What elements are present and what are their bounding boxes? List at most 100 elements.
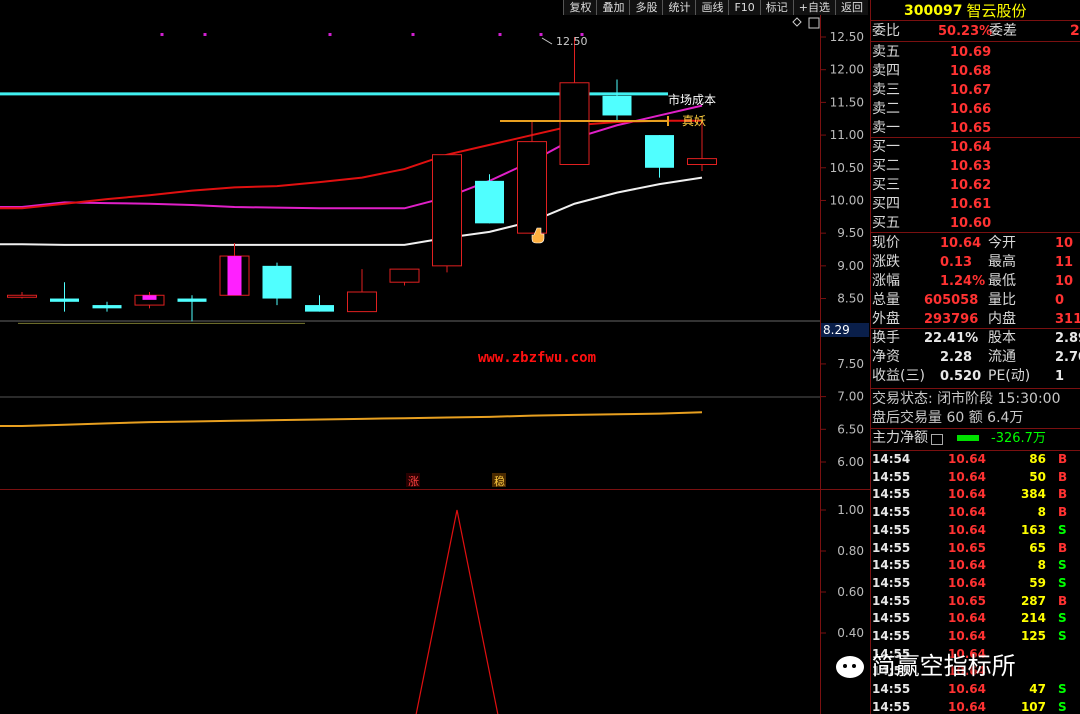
- quote-label: 外盘: [872, 311, 900, 327]
- toolbar-f10-button[interactable]: F10: [728, 0, 760, 15]
- trade-price: 10.64: [948, 487, 986, 502]
- trade-volume: 287: [1020, 593, 1046, 608]
- trade-row: 14:55 10.64 384 B: [872, 486, 1080, 504]
- ask-label: 卖二: [872, 101, 900, 117]
- trade-side: S: [1058, 611, 1067, 626]
- bid-label: 买四: [872, 196, 900, 212]
- candle-body: [517, 141, 547, 234]
- trade-time: 14:55: [872, 682, 911, 697]
- trade-side: S: [1058, 699, 1067, 714]
- trade-row: 14:55 10.65 287 B: [872, 593, 1080, 611]
- quote-row: 涨幅 1.24% 最低 10: [872, 272, 1080, 291]
- sub-y-tick-label: 1.00: [837, 503, 864, 517]
- trade-side: S: [1058, 629, 1067, 643]
- toolbar-multi-stock-button[interactable]: 多股: [629, 0, 663, 15]
- ask-label: 卖三: [872, 82, 900, 98]
- trade-time: 14:54: [872, 452, 911, 466]
- y-tick-label: 8.50: [837, 292, 864, 306]
- quote-value: 0.520: [940, 369, 982, 384]
- wen-marker: 稳: [494, 474, 505, 488]
- trade-row: 14:55 10.64 107 S: [872, 699, 1080, 714]
- trade-row: 14:55 10.64 8 S: [872, 557, 1080, 575]
- top-marker-dot: [411, 33, 415, 36]
- quote-label: 现价: [872, 235, 900, 251]
- ask-row: 卖三 10.67: [872, 81, 991, 100]
- trade-time: 14:55: [872, 540, 911, 555]
- quote-row: 现价 10.64 今开 10: [872, 234, 1080, 253]
- quote-label: 收益(三): [872, 368, 925, 384]
- weicha-value: 23: [1070, 23, 1080, 39]
- trade-row: 14:54 10.64 86 B: [872, 451, 1080, 469]
- candle-body: [475, 180, 504, 224]
- bid-row: 买三 10.62: [872, 176, 991, 195]
- toolbar-add-watchlist-button[interactable]: +自选: [792, 0, 835, 15]
- quote-label-2: 今开: [988, 235, 1016, 251]
- toolbar-stats-button[interactable]: 统计: [662, 0, 696, 15]
- trade-volume: 86: [1029, 452, 1046, 466]
- stock-name: 智云股份: [966, 2, 1027, 20]
- top-marker-dot: [328, 33, 332, 36]
- bid-row: 买二 10.63: [872, 157, 991, 176]
- toolbar-fuquan-button[interactable]: 复权: [563, 0, 597, 15]
- quote-label: 涨跌: [872, 254, 900, 270]
- website-watermark: www.zbzfwu.com: [478, 350, 596, 366]
- trade-row: 14:55 10.64 214 S: [872, 610, 1080, 628]
- toolbar-overlay-button[interactable]: 叠加: [596, 0, 630, 15]
- quote-value: 293796: [924, 312, 979, 327]
- trade-price: 10.65: [948, 593, 986, 608]
- quote-row: 换手 22.41% 股本 2.89: [872, 329, 1080, 348]
- trade-time: 14:55: [872, 469, 911, 484]
- top-marker-dot: [539, 33, 543, 36]
- stock-code: 300097: [904, 3, 963, 19]
- trade-volume: 384: [1020, 487, 1046, 502]
- toolbar-draw-line-button[interactable]: 画线: [695, 0, 729, 15]
- trade-row: 14:55 10.64 125 S: [872, 628, 1080, 646]
- quote-label-2: 股本: [988, 330, 1016, 346]
- zhang-marker: 涨: [408, 475, 419, 488]
- trade-volume: 50: [1029, 469, 1046, 484]
- trade-price: 10.64: [948, 505, 986, 520]
- trade-row: 14:55 10.64 47 S: [872, 681, 1080, 699]
- candle-body: [432, 154, 462, 267]
- quote-value: 22.41%: [924, 331, 979, 346]
- candle-body: [50, 298, 79, 302]
- quote-value-2: 1: [1055, 369, 1065, 384]
- ask-row: 卖二 10.66: [872, 100, 991, 119]
- trade-price: 10.64: [948, 682, 986, 697]
- quote-label: 净资: [872, 349, 900, 365]
- zhenyao-label: 真妖: [682, 114, 706, 128]
- trade-price: 10.64: [948, 522, 986, 537]
- trade-price: 10.64: [948, 469, 986, 484]
- toolbar-back-button[interactable]: 返回: [835, 0, 868, 15]
- trade-side: B: [1058, 487, 1068, 502]
- sub-y-tick-label: 0.60: [837, 585, 864, 599]
- quote-value-2: 3112: [1055, 312, 1080, 327]
- trade-volume: 8: [1037, 505, 1046, 520]
- quote-label-2: 流通: [988, 349, 1016, 365]
- bid-row: 买一 10.64: [872, 138, 991, 157]
- y-tick-label: 6.00: [837, 455, 864, 469]
- bid-label: 买一: [872, 139, 900, 155]
- sub-y-tick-label: 0.40: [837, 626, 864, 640]
- quote-label-2: 最低: [988, 273, 1016, 289]
- bid-row: 买四 10.61: [872, 195, 991, 214]
- toolbar-mark-button[interactable]: 标记: [759, 0, 793, 15]
- main-net-label: 主力净额: [872, 430, 928, 446]
- ask-row: 卖一 10.65: [872, 119, 991, 138]
- bid-price: 10.61: [950, 197, 992, 212]
- main-net-icon[interactable]: [931, 434, 943, 445]
- quote-value-2: 10: [1055, 236, 1074, 251]
- trade-time: 14:55: [872, 575, 911, 590]
- candle-body: [389, 268, 420, 283]
- bid-price: 10.60: [950, 216, 992, 231]
- top-marker-dot: [203, 33, 207, 36]
- main-net-bar: [957, 435, 979, 441]
- trade-time: 14:55: [872, 505, 911, 520]
- y-tick-label: 12.50: [830, 30, 864, 44]
- trade-side: B: [1058, 505, 1068, 520]
- candle-highlight: [227, 256, 242, 296]
- quote-panel: 300097 智云股份 委比 50.23% 委差 23 卖五10.69卖四10.…: [870, 0, 1080, 714]
- ask-price: 10.66: [950, 102, 992, 117]
- main-net-row: 主力净额 -326.7万: [872, 429, 1046, 448]
- quote-value-2: 10: [1055, 274, 1074, 289]
